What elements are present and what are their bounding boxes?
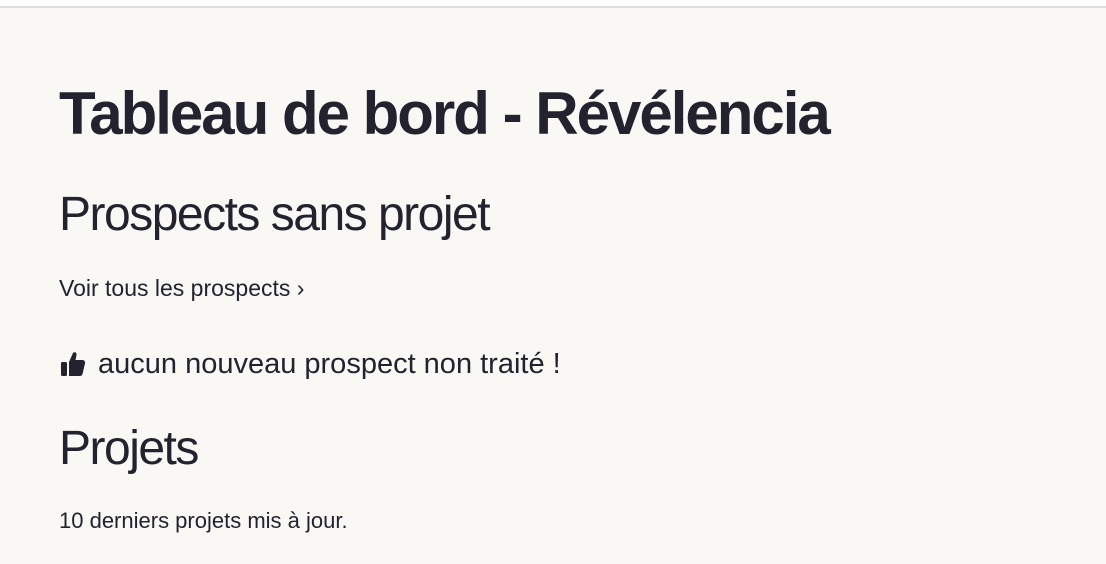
prospects-heading: Prospects sans projet	[59, 188, 491, 241]
no-new-prospects-notice: aucun nouveau prospect non traité !	[59, 346, 561, 382]
top-divider	[0, 6, 1106, 8]
projects-caption: 10 derniers projets mis à jour.	[59, 508, 348, 533]
view-all-prospects-link[interactable]: Voir tous les prospects ›	[59, 273, 304, 303]
empty-message: aucun nouveau prospect non traité !	[98, 348, 561, 380]
page-title: Tableau de bord - Révélencia	[59, 80, 831, 147]
projects-heading: Projets	[59, 422, 199, 475]
thumbs-up-icon	[59, 350, 87, 378]
